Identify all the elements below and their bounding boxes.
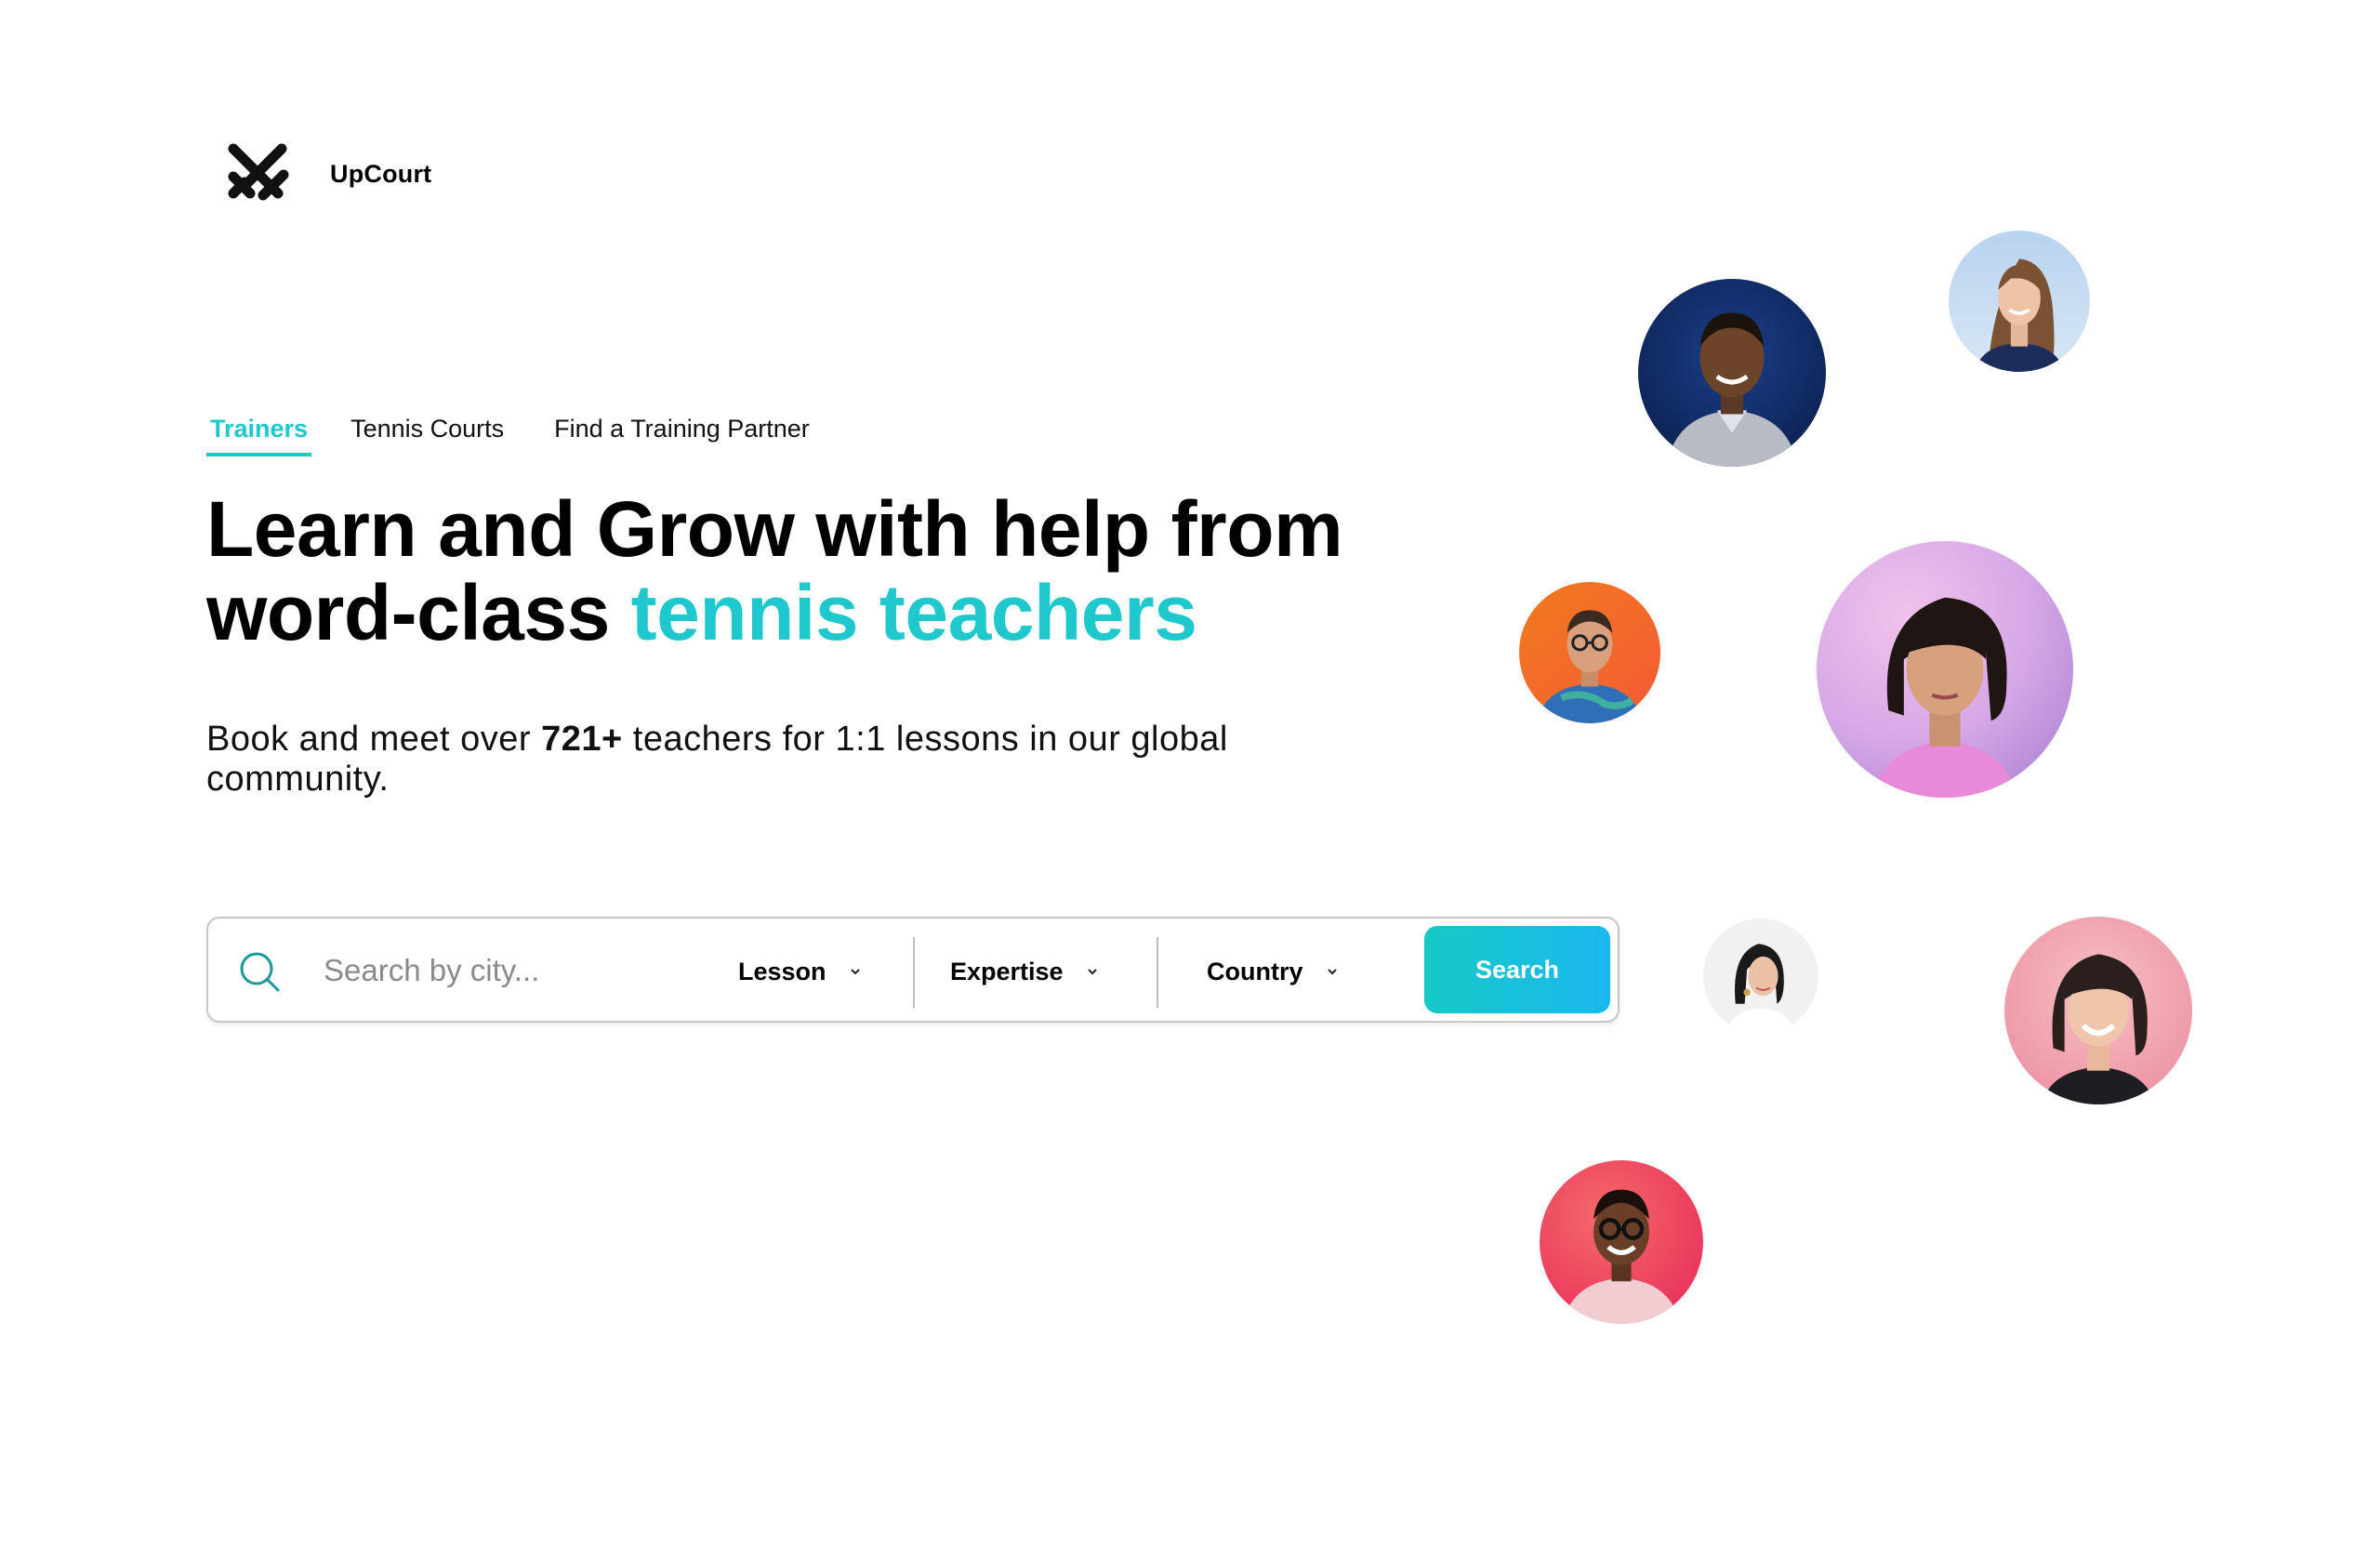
chevron-down-icon [1087,969,1097,975]
headline-accent: tennis teachers [630,569,1197,656]
tab-tennis-courts[interactable]: Tennis Courts [347,415,508,453]
brand-name: UpCourt [330,159,432,188]
trainer-avatar [1540,1160,1703,1324]
headline-line-2: word-class [206,569,631,656]
tab-trainers[interactable]: Trainers [206,415,312,456]
hero-headline: Learn and Grow with help from word-class… [206,487,1415,654]
trainer-avatar [1703,919,1818,1034]
expertise-dropdown-label: Expertise [950,957,1064,985]
teacher-count: 721+ [541,720,623,759]
expertise-dropdown[interactable]: Expertise [950,946,1101,997]
trainer-avatar [1638,279,1826,467]
subtext-before: Book and meet over [206,720,542,759]
country-dropdown-label: Country [1207,957,1303,985]
chevron-down-icon [850,969,860,975]
lesson-dropdown[interactable]: Lesson [738,946,864,997]
search-bar: Lesson Expertise Country Search [206,917,1620,1023]
category-tabs: Trainers Tennis Courts Find a Training P… [206,415,813,456]
lesson-dropdown-label: Lesson [738,957,826,985]
country-dropdown[interactable]: Country [1207,946,1341,997]
hero-subtext: Book and meet over 721+ teachers for 1:1… [206,720,1322,800]
brand-logo[interactable]: UpCourt [226,141,431,206]
tab-find-training-partner[interactable]: Find a Training Partner [550,415,813,453]
trainer-avatar [2004,917,2192,1104]
search-icon [240,952,280,992]
trainer-avatar [1817,541,2073,798]
city-search-input[interactable] [324,945,677,997]
upcourt-logo-icon [228,143,289,201]
trainer-avatar [1519,582,1660,723]
trainer-avatar [1949,231,2090,372]
search-button[interactable]: Search [1424,926,1610,1013]
headline-line-1: Learn and Grow with help from [206,485,1343,573]
landing-page: UpCourt Trainers Tennis Courts Find a Tr… [0,0,2380,1547]
filter-divider [913,937,915,1008]
filter-divider [1157,937,1158,1008]
chevron-down-icon [1327,969,1337,975]
